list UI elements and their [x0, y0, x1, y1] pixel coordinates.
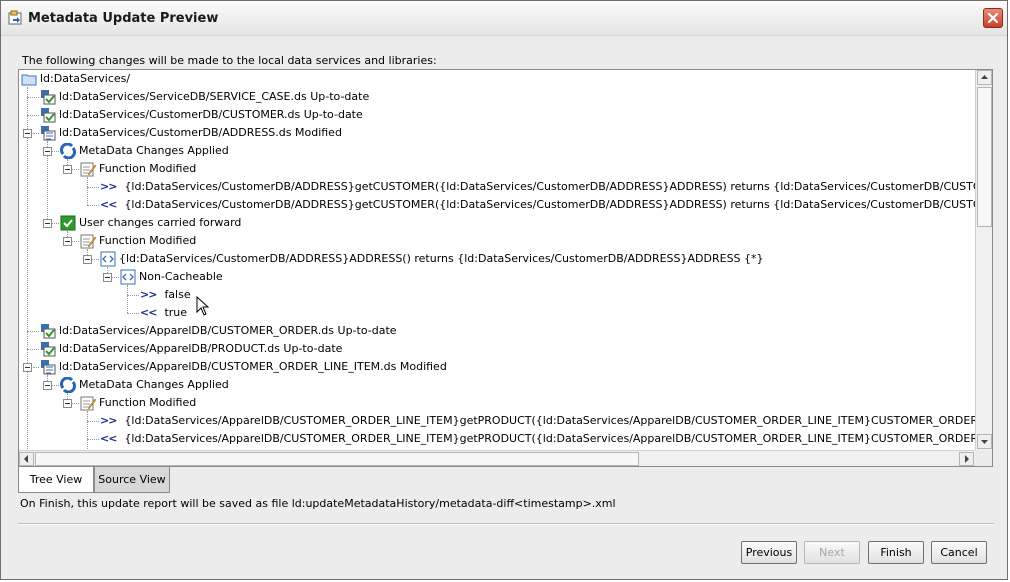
expander-line-item-meta-func[interactable] — [63, 399, 72, 408]
vertical-scroll-thumb[interactable] — [977, 87, 992, 227]
tree-row-line-item-meta-func[interactable]: Function Modified — [80, 394, 196, 412]
close-button[interactable] — [983, 8, 1003, 28]
folder-icon — [21, 71, 37, 87]
expander-line-item-meta[interactable] — [43, 381, 52, 390]
tree-row-address-user-old[interactable]: << true — [140, 304, 187, 322]
app-icon — [8, 10, 24, 26]
dataservice-modified-icon — [40, 359, 56, 375]
tree-row-address[interactable]: ld:DataServices/CustomerDB/ADDRESS.ds Mo… — [40, 124, 342, 142]
tree-row-line-item-meta-old[interactable]: << {ld:DataServices/ApparelDB/CUSTOMER_OR… — [100, 430, 992, 448]
code-element-icon — [120, 269, 136, 285]
scroll-right-button[interactable] — [959, 452, 974, 466]
tree-row-address-user[interactable]: User changes carried forward — [60, 214, 241, 232]
tree-row-address-user-func[interactable]: Function Modified — [80, 232, 196, 250]
dataservice-uptodate-icon — [40, 89, 56, 105]
tree-row-address-meta-old[interactable]: << {ld:DataServices/CustomerDB/ADDRESS}ge… — [100, 196, 992, 214]
new-value-arrow-icon: >> — [100, 180, 117, 193]
intro-text: The following changes will be made to th… — [22, 54, 437, 67]
sync-icon — [60, 376, 76, 394]
expander-address-meta-func[interactable] — [63, 165, 72, 174]
expander-address-user-func[interactable] — [63, 237, 72, 246]
save-location-note: On Finish, this update report will be sa… — [20, 497, 616, 510]
tree-row-line-item-meta-new[interactable]: >> {ld:DataServices/ApparelDB/CUSTOMER_OR… — [100, 412, 992, 430]
arrow-down-icon — [981, 440, 988, 444]
title-bar[interactable]: Metadata Update Preview — [1, 1, 1007, 36]
horizontal-scroll-thumb[interactable] — [35, 452, 639, 466]
arrow-left-icon — [24, 455, 28, 463]
tree-row-line-item-meta[interactable]: MetaData Changes Applied — [60, 376, 229, 394]
tree-vertical-scrollbar[interactable] — [975, 70, 992, 450]
tree-row-service-case[interactable]: ld:DataServices/ServiceDB/SERVICE_CASE.d… — [40, 88, 369, 106]
sync-icon — [60, 142, 76, 160]
tree-row-address-user-new[interactable]: >> false — [140, 286, 191, 304]
new-value-arrow-icon: >> — [100, 414, 117, 427]
finish-button[interactable]: Finish — [868, 541, 924, 564]
scroll-up-button[interactable] — [977, 70, 992, 85]
code-element-icon — [100, 251, 116, 267]
tree-row-address-user-prop[interactable]: Non-Cacheable — [120, 268, 223, 286]
scroll-left-button[interactable] — [19, 452, 34, 466]
tree-row-address-meta-new[interactable]: >> {ld:DataServices/CustomerDB/ADDRESS}ge… — [100, 178, 992, 196]
function-edit-icon — [80, 233, 97, 249]
old-value-arrow-icon: << — [140, 306, 157, 319]
function-edit-icon — [80, 161, 97, 177]
tree-horizontal-scrollbar[interactable] — [19, 450, 975, 466]
expander-address-user-sig[interactable] — [83, 255, 92, 264]
cancel-button[interactable]: Cancel — [931, 541, 987, 564]
expander-address-user[interactable] — [43, 219, 52, 228]
dataservice-modified-icon — [40, 125, 56, 141]
previous-button[interactable]: Previous — [741, 541, 797, 564]
dataservice-uptodate-icon — [40, 323, 56, 339]
tree-row-address-meta-func[interactable]: Function Modified — [80, 160, 196, 178]
dialog-title: Metadata Update Preview — [28, 11, 219, 26]
tree-row-line-item[interactable]: ld:DataServices/ApparelDB/CUSTOMER_ORDER… — [40, 358, 447, 376]
expander-address[interactable] — [23, 129, 32, 138]
metadata-update-preview-dialog: Metadata Update Preview The following ch… — [0, 0, 1008, 580]
tree-row-address-user-sig[interactable]: {ld:DataServices/CustomerDB/ADDRESS}ADDR… — [100, 250, 764, 268]
arrow-up-icon — [981, 75, 988, 79]
changes-tree[interactable]: ld:DataServices/ ld:DataServices/Service… — [18, 69, 993, 467]
scrollbar-corner — [975, 450, 992, 466]
new-value-arrow-icon: >> — [140, 288, 157, 301]
scroll-down-button[interactable] — [977, 434, 992, 449]
arrow-right-icon — [965, 455, 969, 463]
dataservice-uptodate-icon — [40, 107, 56, 123]
tree-row-customer[interactable]: ld:DataServices/CustomerDB/CUSTOMER.ds U… — [40, 106, 363, 124]
tree-row-customer-order[interactable]: ld:DataServices/ApparelDB/CUSTOMER_ORDER… — [40, 322, 397, 340]
check-icon — [60, 215, 76, 231]
old-value-arrow-icon: << — [100, 432, 117, 445]
expander-address-meta[interactable] — [43, 147, 52, 156]
tree-row-product[interactable]: ld:DataServices/ApparelDB/PRODUCT.ds Up-… — [40, 340, 342, 358]
next-button[interactable]: Next — [804, 541, 860, 564]
expander-line-item[interactable] — [23, 363, 32, 372]
dataservice-uptodate-icon — [40, 341, 56, 357]
close-icon — [987, 12, 999, 24]
tab-tree-view[interactable]: Tree View — [18, 467, 94, 493]
tab-source-view[interactable]: Source View — [94, 467, 170, 493]
tree-row-address-meta[interactable]: MetaData Changes Applied — [60, 142, 229, 160]
old-value-arrow-icon: << — [100, 198, 117, 211]
tree-row-root[interactable]: ld:DataServices/ — [21, 70, 130, 88]
mouse-cursor-icon — [196, 296, 210, 316]
expander-address-user-prop[interactable] — [103, 273, 112, 282]
function-edit-icon — [80, 395, 97, 411]
footer-divider — [18, 523, 994, 525]
